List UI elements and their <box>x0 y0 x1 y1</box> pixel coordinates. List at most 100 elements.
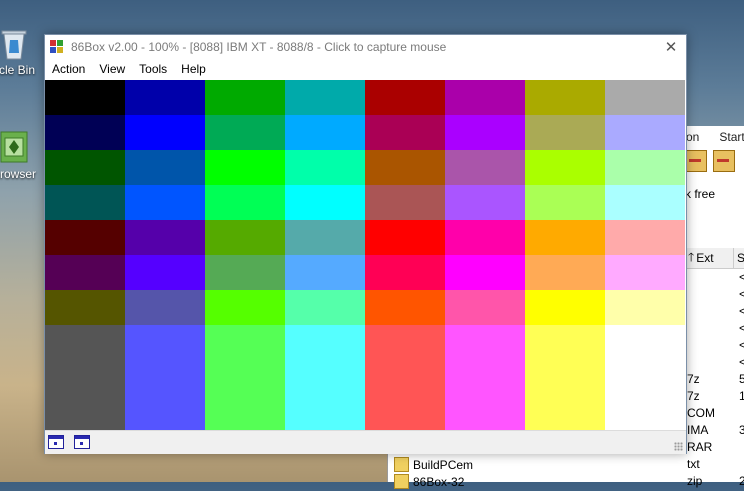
palette-swatch <box>285 150 365 185</box>
palette-swatch <box>365 325 445 430</box>
ext-cell: IMA <box>687 423 709 437</box>
close-button[interactable]: ✕ <box>656 35 686 59</box>
app-icon <box>50 40 64 54</box>
table-row[interactable]: 7z 5 2 <box>687 372 744 389</box>
desktop-icon-browser[interactable]: Browser <box>0 130 44 181</box>
size-cell <box>739 406 744 423</box>
sort-up-arrow-icon: 🡑 <box>688 249 695 264</box>
palette-swatch <box>45 185 125 220</box>
floppy-drive-icon[interactable] <box>74 435 90 449</box>
palette-swatch <box>365 220 445 255</box>
menu-action[interactable]: Action <box>45 62 92 76</box>
ext-cell: 7z <box>687 372 700 386</box>
menu-item-start[interactable]: Start <box>719 130 744 144</box>
ext-cell: 7z <box>687 389 700 403</box>
table-row[interactable]: < <box>687 321 744 338</box>
palette-swatch <box>125 150 205 185</box>
file-name-list: BuildPCem 86Box-32 <box>394 456 473 490</box>
desktop-icon-recycle-bin[interactable]: ycle Bin <box>0 26 44 77</box>
palette-swatch <box>285 115 365 150</box>
palette-swatch <box>525 255 605 290</box>
palette-swatch <box>365 150 445 185</box>
table-row[interactable]: < <box>687 338 744 355</box>
ext-cell <box>687 355 739 372</box>
palette-swatch <box>525 150 605 185</box>
floppy-drive-icon[interactable] <box>48 435 64 449</box>
emulator-window: 86Box v2.00 - 100% - [8088] IBM XT - 808… <box>44 34 687 454</box>
browser-icon <box>0 130 29 164</box>
ext-cell <box>687 270 739 287</box>
palette-swatch <box>125 115 205 150</box>
size-cell: < <box>739 270 744 284</box>
palette-swatch <box>205 255 285 290</box>
table-row[interactable]: 7z 192 6 <box>687 389 744 406</box>
palette-swatch <box>285 290 365 325</box>
palette-swatch <box>125 80 205 115</box>
size-cell: < <box>739 338 744 352</box>
table-row[interactable]: zip 2 5 <box>687 474 744 491</box>
palette-swatch <box>605 290 685 325</box>
size-cell: < <box>739 304 744 318</box>
archive-icon[interactable] <box>685 150 707 172</box>
menu-item-options[interactable]: on <box>686 130 699 144</box>
status-bar <box>45 430 686 454</box>
palette-swatch <box>45 290 125 325</box>
title-bar[interactable]: 86Box v2.00 - 100% - [8088] IBM XT - 808… <box>45 35 686 59</box>
palette-swatch <box>605 115 685 150</box>
list-item[interactable]: BuildPCem <box>394 456 473 473</box>
menu-help[interactable]: Help <box>174 62 213 76</box>
palette-swatch <box>365 80 445 115</box>
palette-swatch <box>45 220 125 255</box>
column-header-size[interactable]: S <box>734 248 744 268</box>
size-cell: < <box>739 355 744 369</box>
palette-swatch <box>205 115 285 150</box>
window-title: 86Box v2.00 - 100% - [8088] IBM XT - 808… <box>71 40 447 54</box>
palette-swatch <box>445 185 525 220</box>
palette-swatch <box>205 150 285 185</box>
palette-swatch <box>365 115 445 150</box>
palette-swatch <box>525 290 605 325</box>
palette-swatch <box>45 115 125 150</box>
resize-grip[interactable] <box>674 442 683 451</box>
table-row[interactable]: txt <box>687 457 744 474</box>
palette-swatch <box>125 220 205 255</box>
palette-swatch <box>125 325 205 430</box>
menu-view[interactable]: View <box>92 62 132 76</box>
palette-swatch <box>285 220 365 255</box>
menu-tools[interactable]: Tools <box>132 62 174 76</box>
ext-cell <box>687 304 739 321</box>
menu-bar: Action View Tools Help <box>45 59 213 79</box>
palette-swatch <box>205 325 285 430</box>
palette-swatch <box>605 255 685 290</box>
table-row[interactable]: RAR <box>687 440 744 457</box>
table-row[interactable]: IMA 3 <box>687 423 744 440</box>
palette-swatch <box>445 325 525 430</box>
palette-swatch <box>125 185 205 220</box>
palette-swatch <box>205 185 285 220</box>
palette-swatch <box>365 185 445 220</box>
size-cell: < <box>739 287 744 301</box>
ext-cell: RAR <box>687 440 713 454</box>
size-cell: < <box>739 321 744 335</box>
palette-swatch <box>525 325 605 430</box>
palette-swatch <box>285 185 365 220</box>
table-row[interactable]: < <box>687 355 744 372</box>
palette-swatch <box>285 255 365 290</box>
desktop-icon-label: ycle Bin <box>0 63 36 77</box>
table-row[interactable]: < <box>687 287 744 304</box>
table-row[interactable]: < <box>687 304 744 321</box>
size-cell: 3 <box>739 423 744 437</box>
palette-swatch <box>445 220 525 255</box>
table-row[interactable]: < <box>687 270 744 287</box>
emulated-display[interactable] <box>45 80 685 430</box>
ext-cell: txt <box>687 457 700 471</box>
palette-swatch <box>45 255 125 290</box>
column-header-ext[interactable]: 🡑 Ext <box>685 248 734 268</box>
palette-swatch <box>445 150 525 185</box>
palette-swatch <box>285 80 365 115</box>
table-row[interactable]: COM <box>687 406 744 423</box>
palette-swatch <box>45 80 125 115</box>
size-cell <box>739 440 744 457</box>
palette-swatch <box>45 325 125 430</box>
archive-icon[interactable] <box>713 150 735 172</box>
